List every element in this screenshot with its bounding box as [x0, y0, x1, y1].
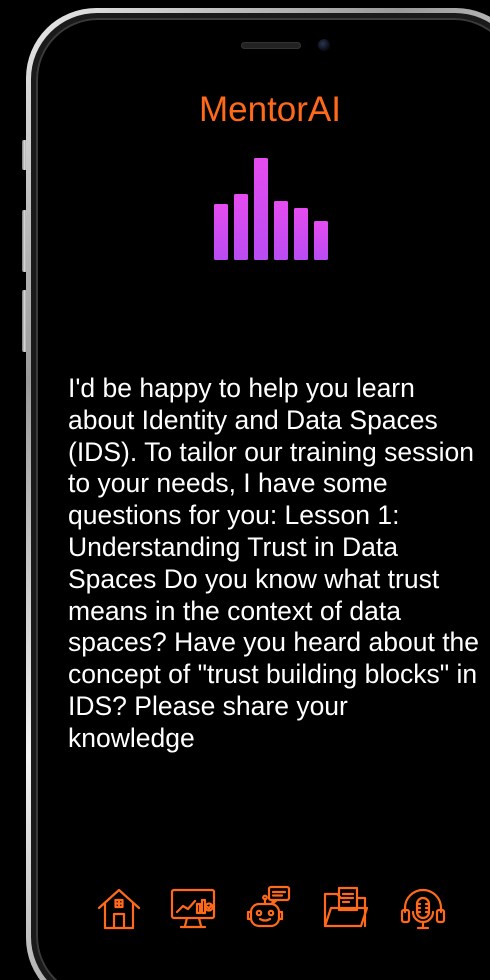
home-icon[interactable]	[95, 884, 143, 932]
eq-bar	[314, 221, 328, 260]
eq-bar	[234, 194, 248, 260]
eq-bar	[254, 158, 268, 260]
eq-bar	[214, 204, 228, 260]
phone-screenshot: MentorAI I'd be happy to help you learn …	[0, 0, 490, 980]
eq-bar	[294, 208, 308, 260]
folder-documents-icon[interactable]	[321, 884, 369, 932]
bottom-dock	[95, 884, 455, 934]
podcast-headphones-icon[interactable]	[399, 884, 447, 932]
app-title: MentorAI	[199, 90, 341, 129]
assistant-message: I'd be happy to help you learn about Ide…	[68, 373, 480, 753]
dashboard-monitor-icon[interactable]	[169, 884, 217, 932]
front-camera	[318, 39, 330, 51]
voice-equalizer-icon	[214, 158, 328, 260]
eq-bar	[274, 201, 288, 260]
earpiece-speaker	[241, 42, 301, 49]
chatbot-icon[interactable]	[245, 884, 293, 932]
